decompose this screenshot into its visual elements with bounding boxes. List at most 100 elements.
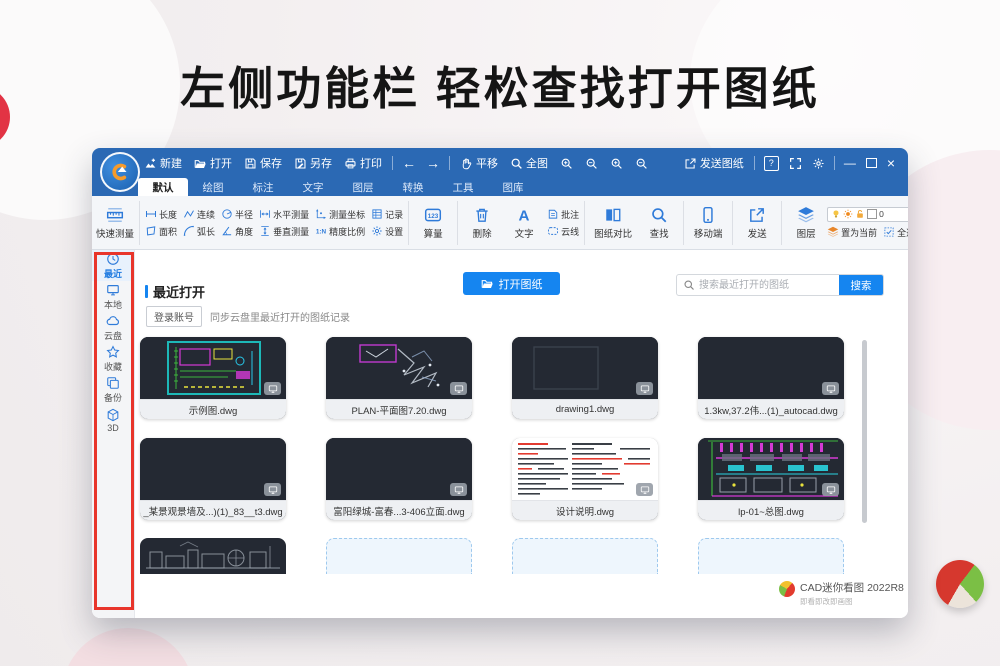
fullscreen-button[interactable] [784, 157, 807, 170]
ribbon-item-record[interactable]: 记录 [369, 208, 405, 221]
sidebar-item-recent[interactable]: 最近 [92, 250, 134, 281]
tab-library[interactable]: 图库 [488, 178, 538, 196]
save-as-button[interactable]: 另存 [288, 155, 338, 171]
calc-button[interactable]: 算量 [412, 206, 454, 240]
file-card[interactable]: drawing1.dwg [512, 337, 658, 419]
send-button[interactable]: 发送 [736, 206, 778, 240]
quick-toolbar: 新建 打开 保存 另存 打印 ← → 平移 全图 [138, 148, 654, 178]
mobile-button[interactable]: 移动端 [687, 206, 729, 240]
tab-text[interactable]: 文字 [288, 178, 338, 196]
divider [457, 201, 458, 245]
redo-button[interactable]: → [421, 155, 445, 171]
layer-select[interactable]: 0 ▾ [827, 207, 908, 222]
settings-button[interactable] [807, 157, 830, 170]
ribbon-item-arc-length[interactable]: 弧长 [181, 225, 217, 238]
empty-slot[interactable] [512, 538, 658, 574]
file-card[interactable]: 富阳绿城-富春...3-406立面.dwg [326, 438, 472, 520]
cloud-line-button[interactable]: 云线 [545, 225, 581, 238]
file-card[interactable]: 设计说明.dwg [512, 438, 658, 520]
print-icon [344, 157, 357, 170]
zoom-prev-button[interactable] [629, 157, 654, 170]
help-icon: ? [764, 156, 779, 171]
search-button[interactable]: 搜索 [839, 275, 883, 295]
promo-canvas: 左侧功能栏 轻松查找打开图纸 新建 打开 保存 另存 打印 ← → 平移 全图 [0, 0, 1000, 666]
file-card[interactable]: 示例图.dwg [140, 337, 286, 419]
layers-icon [797, 206, 815, 224]
measure-group: 长度 面积 连续 弧长 半径 角度 水平测量 垂直测量 测量坐标 精度比例 记录… [143, 208, 405, 238]
login-row: 登录账号 同步云盘里最近打开的图纸记录 [146, 306, 350, 327]
tab-convert[interactable]: 转换 [388, 178, 438, 196]
ribbon-item-continuous[interactable]: 连续 [181, 208, 217, 221]
sidebar-item-favorites[interactable]: 收藏 [92, 343, 134, 374]
file-card-partial[interactable] [140, 538, 286, 574]
full-view-button[interactable]: 全图 [504, 155, 554, 171]
file-name: _某景观景墙及...)(1)_83__t3.dwg [140, 500, 286, 520]
ribbon-item-radius[interactable]: 半径 [219, 208, 255, 221]
open-button[interactable]: 打开 [188, 155, 238, 171]
tab-dimension[interactable]: 标注 [238, 178, 288, 196]
ribbon-item-vertical-measure[interactable]: 垂直测量 [257, 225, 311, 238]
print-button[interactable]: 打印 [338, 155, 388, 171]
sidebar-item-backup[interactable]: 备份 [92, 374, 134, 405]
quick-measure-button[interactable]: 快速测量 [94, 206, 136, 240]
set-current-button[interactable]: 置为当前 [827, 226, 877, 239]
open-drawing-button[interactable]: 打开图纸 [463, 272, 560, 295]
file-card[interactable]: lp-01~总图.dwg [698, 438, 844, 520]
tab-tools[interactable]: 工具 [438, 178, 488, 196]
zoom-window-button[interactable] [604, 157, 629, 170]
ribbon-item-horizontal-measure[interactable]: 水平测量 [257, 208, 311, 221]
decor-ball [936, 560, 984, 608]
empty-slot[interactable] [326, 538, 472, 574]
compare-button[interactable]: 图纸对比 [588, 206, 638, 240]
new-button[interactable]: 新建 [138, 155, 188, 171]
left-function-bar: 最近 本地 云盘 收藏 备份 3D [92, 250, 135, 618]
ratio-icon [315, 225, 327, 237]
monitor-badge [636, 382, 653, 395]
sidebar-item-cloud[interactable]: 云盘 [92, 312, 134, 343]
ribbon-item-measure-coordinate[interactable]: 测量坐标 [313, 208, 367, 221]
ribbon-item-settings[interactable]: 设置 [369, 225, 405, 238]
search-input[interactable] [697, 275, 839, 295]
file-card[interactable]: PLAN-平面图7.20.dwg [326, 337, 472, 419]
redo-icon: → [426, 155, 440, 171]
empty-slot[interactable] [698, 538, 844, 574]
sidebar-item-3d[interactable]: 3D [92, 405, 134, 436]
text-button[interactable]: 文字 [503, 206, 545, 240]
divider [449, 156, 450, 170]
delete-button[interactable]: 删除 [461, 206, 503, 240]
sidebar-item-local[interactable]: 本地 [92, 281, 134, 312]
file-card[interactable]: 1.3kw,37.2伟...(1)_autocad.dwg [698, 337, 844, 419]
zoom-out-button[interactable] [579, 157, 604, 170]
send-drawing-button[interactable]: 发送图纸 [678, 155, 750, 171]
pan-button[interactable]: 平移 [454, 155, 504, 171]
maximize-button[interactable] [861, 158, 882, 168]
layers-button[interactable]: 图层 [785, 206, 827, 240]
save-button[interactable]: 保存 [238, 155, 288, 171]
phone-icon [699, 206, 717, 224]
ruler-icon [106, 206, 124, 224]
monitor-badge [264, 483, 281, 496]
note-button[interactable]: 批注 [545, 208, 581, 221]
undo-button[interactable]: ← [397, 155, 421, 171]
help-button[interactable]: ? [759, 156, 784, 171]
open-icon [194, 157, 207, 170]
ribbon-item-length[interactable]: 长度 [143, 208, 179, 221]
find-button[interactable]: 查找 [638, 206, 680, 240]
monitor-badge [636, 483, 653, 496]
minimize-button[interactable]: — [839, 156, 861, 170]
search-icon [683, 279, 695, 291]
close-button[interactable]: × [882, 155, 900, 171]
select-all-button[interactable]: 全选 [883, 226, 908, 239]
ribbon-item-area[interactable]: 面积 [143, 225, 179, 238]
ribbon-item-angle[interactable]: 角度 [219, 225, 255, 238]
tab-default[interactable]: 默认 [138, 178, 188, 196]
file-card[interactable]: _某景观景墙及...)(1)_83__t3.dwg [140, 438, 286, 520]
zoom-in-button[interactable] [554, 157, 579, 170]
vertical-scrollbar[interactable] [862, 340, 867, 523]
ribbon-item-precision-scale[interactable]: 精度比例 [313, 225, 367, 238]
length-icon [145, 208, 157, 220]
tab-draw[interactable]: 绘图 [188, 178, 238, 196]
login-button[interactable]: 登录账号 [146, 306, 202, 327]
monitor-badge [450, 382, 467, 395]
tab-layer[interactable]: 图层 [338, 178, 388, 196]
